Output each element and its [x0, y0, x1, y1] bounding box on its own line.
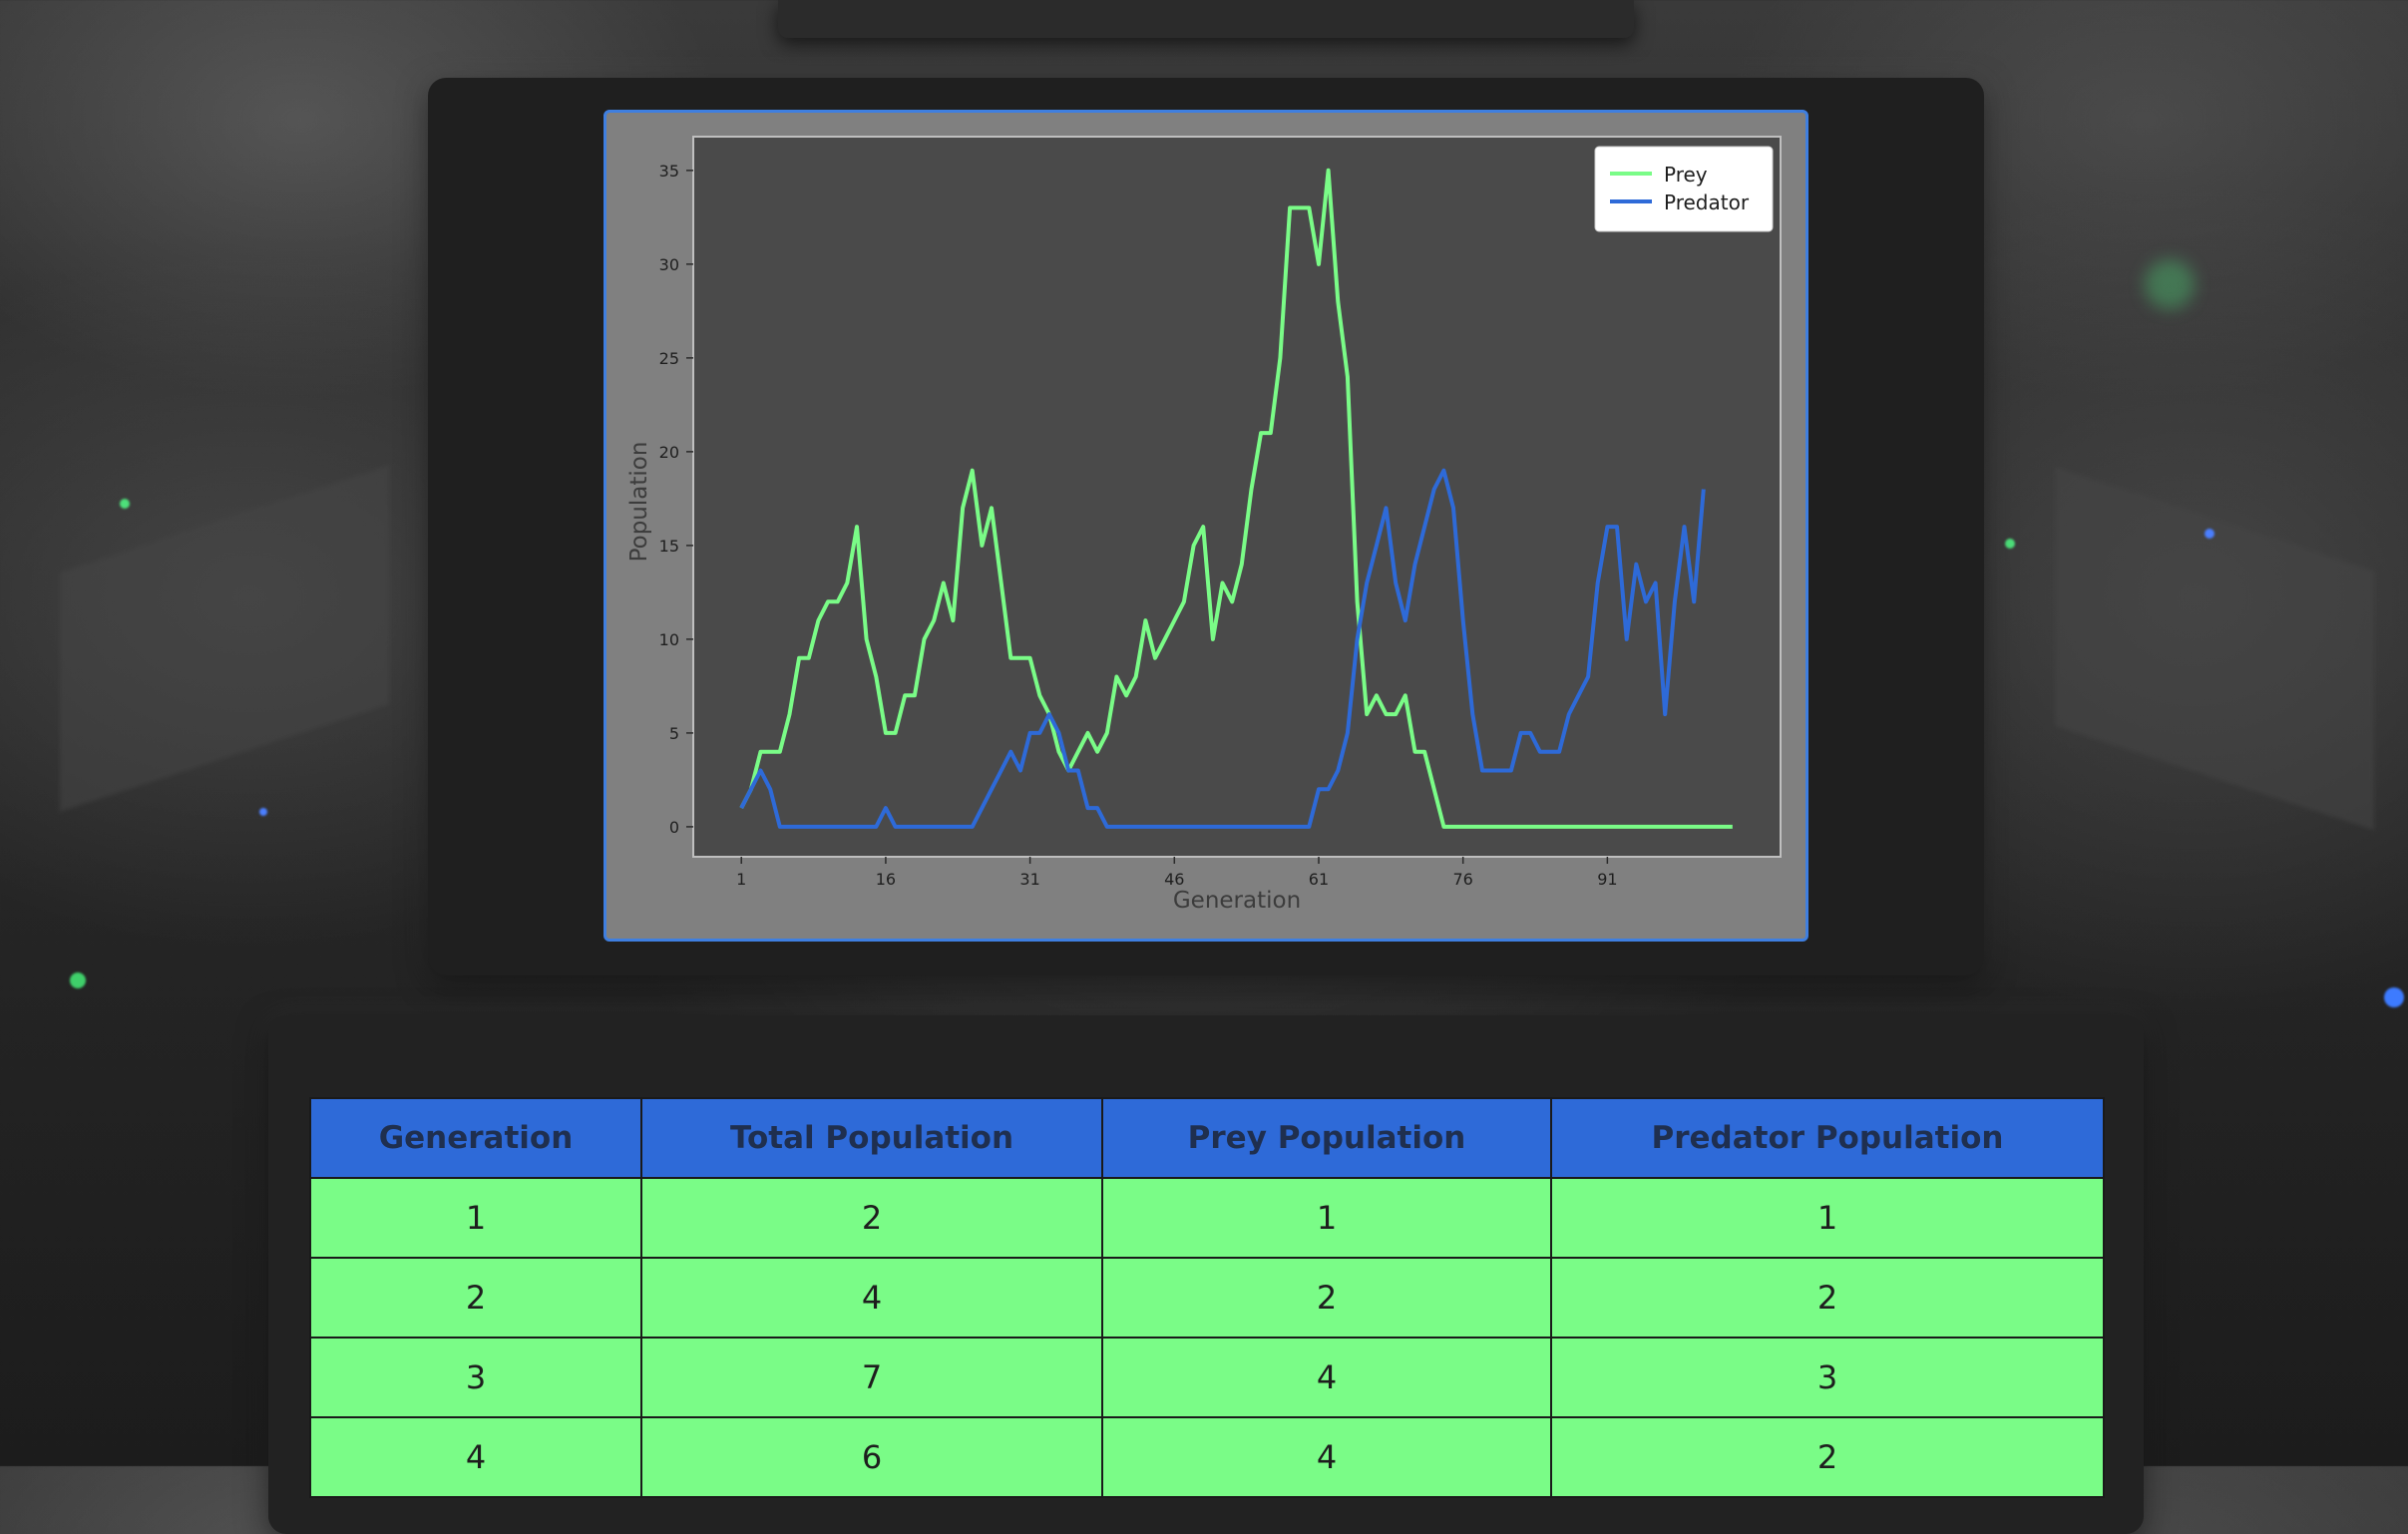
table-header-row: Generation Total Population Prey Populat… [309, 1097, 2105, 1179]
x-tick-label: 1 [736, 870, 746, 889]
background-light [2145, 259, 2195, 309]
legend-prey-label: Prey [1664, 163, 1708, 187]
background-light [2005, 539, 2015, 549]
header-predator-population: Predator Population [1550, 1097, 2105, 1179]
header-total-population: Total Population [640, 1097, 1103, 1179]
x-tick-label: 16 [876, 870, 896, 889]
background-shape [2055, 467, 2374, 830]
table-row: 4 6 4 2 [309, 1416, 2105, 1498]
cell-predator-population: 1 [1550, 1177, 2105, 1259]
cell-generation: 4 [309, 1416, 642, 1498]
background-light [259, 808, 267, 816]
cell-total-population: 7 [640, 1337, 1103, 1418]
cell-prey-population: 2 [1101, 1257, 1552, 1339]
background-light [2384, 987, 2404, 1007]
y-tick-label: 0 [669, 818, 679, 837]
header-generation: Generation [309, 1097, 642, 1179]
background-light [120, 499, 130, 509]
cell-generation: 1 [309, 1177, 642, 1259]
plot-area [692, 136, 1782, 858]
x-tick-label: 31 [1019, 870, 1039, 889]
cell-predator-population: 2 [1550, 1257, 2105, 1339]
cell-prey-population: 4 [1101, 1337, 1552, 1418]
y-axis-label: Population [626, 442, 652, 563]
legend-box [1594, 146, 1774, 232]
y-tick-label: 25 [659, 349, 679, 368]
table-row: 1 2 1 1 [309, 1177, 2105, 1259]
cell-prey-population: 4 [1101, 1416, 1552, 1498]
table-panel: Generation Total Population Prey Populat… [268, 1015, 2144, 1534]
x-tick-label: 46 [1164, 870, 1184, 889]
x-tick-label: 61 [1309, 870, 1329, 889]
background-light [70, 972, 86, 988]
x-axis-label: Generation [1173, 888, 1301, 914]
cell-predator-population: 3 [1550, 1337, 2105, 1418]
cell-prey-population: 1 [1101, 1177, 1552, 1259]
top-panel [778, 0, 1634, 38]
x-tick-label: 76 [1453, 870, 1473, 889]
y-tick-label: 30 [659, 255, 679, 274]
y-tick-label: 20 [659, 443, 679, 462]
population-table: Generation Total Population Prey Populat… [309, 1097, 2105, 1498]
cell-predator-population: 2 [1550, 1416, 2105, 1498]
background-shape [60, 465, 389, 812]
table-row: 3 7 4 3 [309, 1337, 2105, 1418]
cell-total-population: 4 [640, 1257, 1103, 1339]
cell-total-population: 2 [640, 1177, 1103, 1259]
y-tick-label: 35 [659, 162, 679, 181]
header-prey-population: Prey Population [1101, 1097, 1552, 1179]
chart-panel: 0 5 10 15 20 25 30 35 1 16 31 46 61 76 91 Generation … [428, 78, 1984, 975]
background-light [2205, 529, 2214, 539]
cell-generation: 2 [309, 1257, 642, 1339]
chart-frame: 0 5 10 15 20 25 30 35 1 16 31 46 61 76 91 Generation … [603, 110, 1808, 942]
y-tick-label: 15 [659, 537, 679, 556]
y-tick-label: 5 [669, 724, 679, 743]
y-tick-label: 10 [659, 630, 679, 649]
legend-predator-label: Predator [1664, 191, 1750, 214]
legend: Prey Predator [1594, 146, 1774, 232]
cell-total-population: 6 [640, 1416, 1103, 1498]
line-chart: 05101520253035 1 16 31 46 61 76 91 Generation … [626, 136, 1782, 914]
table-row: 2 4 2 2 [309, 1257, 2105, 1339]
cell-generation: 3 [309, 1337, 642, 1418]
x-tick-label: 91 [1597, 870, 1617, 889]
